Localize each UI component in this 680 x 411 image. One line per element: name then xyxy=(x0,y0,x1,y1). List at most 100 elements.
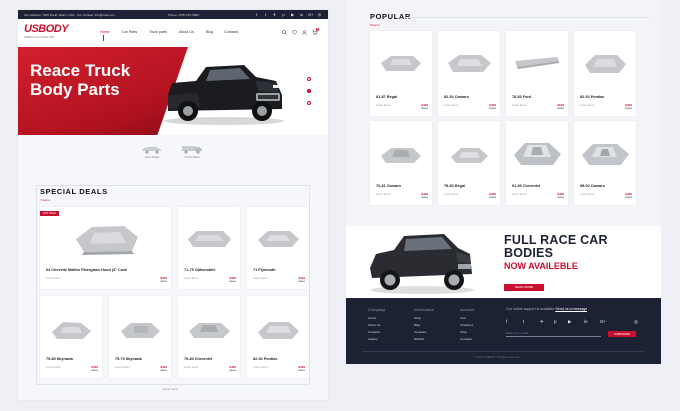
instagram-icon[interactable]: ◎ xyxy=(634,319,638,325)
footer-link[interactable]: Wishlist xyxy=(414,337,424,341)
footer-link[interactable]: Gallery xyxy=(368,337,378,341)
footer-heading-information: Information xyxy=(414,307,435,312)
product-card[interactable]: 70-81 Camaro Lorem Ipsum $429 $501 xyxy=(370,121,432,205)
product-price: $429 $501 xyxy=(625,103,632,111)
hood-image xyxy=(582,144,629,165)
hot-sale-badge: HOT SALE xyxy=(40,211,59,216)
product-card[interactable]: 91-96 Chevrolet Lorem Ipsum $429 $501 xyxy=(506,121,568,205)
hood-image xyxy=(121,323,160,338)
hood-image xyxy=(381,148,421,163)
product-card[interactable]: 82-92 Camaro Lorem Ipsum $429 $501 xyxy=(438,31,500,116)
footer-link[interactable]: Shop xyxy=(460,330,467,334)
footer-link[interactable]: Cart xyxy=(460,316,466,320)
nav-blog[interactable]: Blog xyxy=(206,30,213,34)
show-more-link[interactable]: show more xyxy=(163,387,178,391)
youtube-icon[interactable]: ▶ xyxy=(568,319,571,325)
product-card[interactable]: 71 Plymouth Lorem Ipsum $429 $501 xyxy=(247,207,309,289)
google-plus-icon[interactable]: G+ xyxy=(308,12,313,17)
product-card[interactable]: 75-80 Skyhawk Lorem Ipsum $429 $501 xyxy=(40,296,102,378)
product-meta: Lorem Ipsum xyxy=(512,104,527,107)
footer-link[interactable]: Shop xyxy=(414,316,421,320)
product-card[interactable]: 98-02 Camaro Lorem Ipsum $429 $501 xyxy=(574,121,636,205)
facebook-icon[interactable]: f xyxy=(254,12,259,17)
pinterest-icon[interactable]: p xyxy=(554,319,557,324)
product-meta: Lorem Ipsum xyxy=(444,193,459,196)
user-icon[interactable] xyxy=(302,30,307,35)
special-deals-count: 7 items xyxy=(40,198,50,202)
main-navbar: USBODY FIBERGLASS SINCE 1987 Home Car Pa… xyxy=(18,19,328,47)
twitter-icon[interactable]: t xyxy=(263,12,268,17)
telegram-icon[interactable]: ✈ xyxy=(540,319,544,325)
footer-link[interactable]: Home xyxy=(368,316,376,320)
footer-link[interactable]: About Us xyxy=(368,323,380,327)
product-card[interactable]: 78-80 Regal Lorem Ipsum $429 $501 xyxy=(438,121,500,205)
product-card[interactable]: HOT SALE 64 Chevelle Malibu Fiberglass H… xyxy=(40,207,171,289)
promo-banner: FULL RACE CAR BODIES NOW AVAILEBLE READ … xyxy=(346,226,661,298)
product-card[interactable]: 82-92 Pontiac Lorem Ipsum $429 $501 xyxy=(247,296,309,378)
site-footer: Company Home About Us Contacts Gallery I… xyxy=(346,298,661,364)
product-card[interactable]: 81-87 Regal Lorem Ipsum $429 $501 xyxy=(370,31,432,116)
truck-icon xyxy=(182,146,202,154)
product-card[interactable]: 75-80 Chevrolet Lorem Ipsum $429 $501 xyxy=(178,296,240,378)
product-card[interactable]: 71-75 Oldsmobile Lorem Ipsum $429 $501 xyxy=(178,207,240,289)
product-name: 75-80 Chevrolet xyxy=(184,357,213,361)
pickup-truck-image xyxy=(164,65,284,125)
slider-dot-3[interactable] xyxy=(307,101,311,105)
telegram-icon[interactable]: ✈ xyxy=(272,12,277,17)
instagram-icon[interactable]: ◎ xyxy=(317,12,322,17)
product-meta: Lorem Ipsum xyxy=(184,277,199,280)
twitter-icon[interactable]: t xyxy=(523,319,524,324)
product-price: $429 $501 xyxy=(298,276,305,284)
linkedin-icon[interactable]: in xyxy=(584,319,588,324)
product-meta: Lorem Ipsum xyxy=(253,366,268,369)
subscribe-button[interactable]: SUBSCRIBE xyxy=(608,331,636,337)
email-input[interactable]: Enter your email xyxy=(506,331,528,335)
footer-link[interactable]: Blog xyxy=(414,323,420,327)
popular-count: 8 items xyxy=(370,23,380,27)
footer-link[interactable]: Compare xyxy=(414,330,426,334)
hood-image xyxy=(258,322,299,339)
slider-dot-2[interactable] xyxy=(307,89,311,93)
product-name: 78-80 Regal xyxy=(444,184,466,188)
footer-link[interactable]: Contacts xyxy=(460,337,472,341)
linkedin-icon[interactable]: in xyxy=(299,12,304,17)
send-message-link[interactable]: Send us a message xyxy=(555,307,587,311)
product-meta: Lorem Ipsum xyxy=(512,193,527,196)
product-price: $429 $501 xyxy=(489,103,496,111)
google-plus-icon[interactable]: G+ xyxy=(600,319,606,324)
product-price: $429 $501 xyxy=(91,365,98,373)
product-price: $429 $501 xyxy=(298,365,305,373)
phone-text: Phone: (478) 557-9899 xyxy=(168,13,199,17)
heart-icon[interactable] xyxy=(292,30,297,35)
nav-truck-parts[interactable]: Truck parts xyxy=(149,30,167,34)
product-meta: Lorem Ipsum xyxy=(46,366,61,369)
nav-contacts[interactable]: Contacts xyxy=(224,30,238,34)
nav-car-parts[interactable]: Car Parts xyxy=(122,30,137,34)
special-deals-title: SPECIAL DEALS xyxy=(40,187,108,196)
facebook-icon[interactable]: f xyxy=(506,319,507,324)
hood-image xyxy=(189,323,230,338)
top-info-bar: Our Address: 7565 Doral, Miami, USA · Ou… xyxy=(18,10,328,19)
product-name: 75-79 Skyhawk xyxy=(115,357,143,361)
footer-link[interactable]: Contacts xyxy=(368,330,380,334)
product-meta: Lorem Ipsum xyxy=(184,366,199,369)
search-icon[interactable] xyxy=(282,30,287,35)
cart-count-badge: 2 xyxy=(316,28,319,31)
product-meta: Lorem Ipsum xyxy=(376,193,391,196)
product-card[interactable]: 82-92 Pontiac Lorem Ipsum $429 $501 xyxy=(574,31,636,116)
read-more-button[interactable]: READ MORE xyxy=(504,284,544,291)
vehicle-type-cars[interactable]: Cars Parts xyxy=(140,144,164,159)
pinterest-icon[interactable]: p xyxy=(281,12,286,17)
site-logo[interactable]: USBODY FIBERGLASS SINCE 1987 xyxy=(24,23,82,41)
nav-home[interactable]: Home xyxy=(100,30,110,34)
youtube-icon[interactable]: ▶ xyxy=(290,12,295,17)
hood-image xyxy=(585,55,626,73)
product-card[interactable]: 75-79 Skyhawk Lorem Ipsum $429 $501 xyxy=(109,296,171,378)
nav-about-us[interactable]: About Us xyxy=(179,30,194,34)
product-card[interactable]: 78-83 Ford Lorem Ipsum $199 $265 xyxy=(506,31,568,116)
product-price: $429 $501 xyxy=(229,276,236,284)
slider-dot-1[interactable] xyxy=(307,77,311,81)
vehicle-type-trucks[interactable]: Truck Parts xyxy=(180,144,204,159)
product-name: 82-92 Camaro xyxy=(444,95,469,99)
footer-link[interactable]: Checkout xyxy=(460,323,473,327)
